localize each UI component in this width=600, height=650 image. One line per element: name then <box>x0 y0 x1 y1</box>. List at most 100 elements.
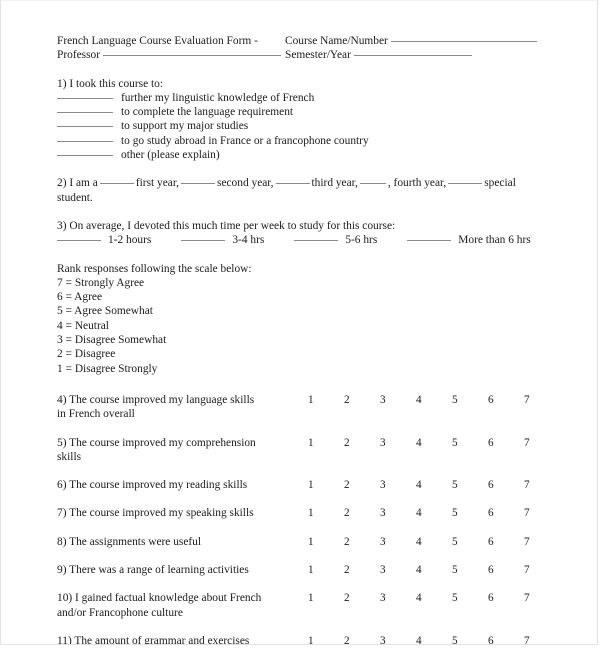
likert-question-text: 6) The course improved my reading skills <box>57 478 308 492</box>
likert-option-2[interactable]: 2 <box>344 393 380 407</box>
likert-option-1[interactable]: 1 <box>308 478 344 492</box>
likert-option-5[interactable]: 5 <box>452 436 488 450</box>
question-2-number: 2) <box>57 177 67 190</box>
professor-group: Professor <box>57 48 285 62</box>
scale-item-2: 2 = Disagree <box>57 348 116 361</box>
likert-option-1[interactable]: 1 <box>308 436 344 450</box>
likert-option-3[interactable]: 3 <box>380 506 416 520</box>
likert-option-4[interactable]: 4 <box>416 436 452 450</box>
likert-option-2[interactable]: 2 <box>344 535 380 549</box>
option-blank-4[interactable] <box>57 132 113 142</box>
likert-options: 1 2 3 4 5 6 7 <box>308 591 560 605</box>
question-1-prompt-row: 1) I took this course to: <box>57 77 539 91</box>
likert-option-7[interactable]: 7 <box>524 393 560 407</box>
likert-option-7[interactable]: 7 <box>524 535 560 549</box>
likert-option-4[interactable]: 4 <box>416 591 452 605</box>
year-blank-special[interactable] <box>448 174 483 185</box>
year-blank-third[interactable] <box>275 174 310 185</box>
course-name-blank[interactable] <box>390 32 537 42</box>
likert-option-4[interactable]: 4 <box>416 506 452 520</box>
likert-option-3[interactable]: 3 <box>380 478 416 492</box>
likert-question-line-1: 7) The course improved my speaking skill… <box>57 507 254 520</box>
likert-option-1[interactable]: 1 <box>308 393 344 407</box>
likert-option-7[interactable]: 7 <box>524 591 560 605</box>
likert-option-3[interactable]: 3 <box>380 563 416 577</box>
likert-option-3[interactable]: 3 <box>380 393 416 407</box>
likert-option-2[interactable]: 2 <box>344 634 380 644</box>
likert-option-5[interactable]: 5 <box>452 478 488 492</box>
question-3-options: 1-2 hours 3-4 hrs 5-6 hrs More than 6 hrs <box>57 233 539 247</box>
year-blank-fourth[interactable] <box>359 174 386 185</box>
likert-option-5[interactable]: 5 <box>452 591 488 605</box>
likert-row: 7) The course improved my speaking skill… <box>57 506 539 520</box>
time-blank-2[interactable] <box>181 231 226 242</box>
likert-option-6[interactable]: 6 <box>488 634 524 644</box>
year-blank-first[interactable] <box>99 174 134 185</box>
time-label-3: 5-6 hrs <box>345 234 378 247</box>
option-row: to complete the language requirement <box>57 105 539 119</box>
likert-question-line-1: 10) I gained factual knowledge about Fre… <box>57 592 262 605</box>
professor-blank[interactable] <box>102 46 281 57</box>
likert-option-4[interactable]: 4 <box>416 634 452 644</box>
likert-options: 1 2 3 4 5 6 7 <box>308 506 560 520</box>
likert-option-1[interactable]: 1 <box>308 535 344 549</box>
likert-option-2[interactable]: 2 <box>344 506 380 520</box>
likert-option-1[interactable]: 1 <box>308 591 344 605</box>
option-blank-5[interactable] <box>57 146 113 157</box>
form-header: French Language Course Evaluation Form -… <box>57 34 539 63</box>
likert-option-4[interactable]: 4 <box>416 478 452 492</box>
time-blank-1[interactable] <box>57 231 101 242</box>
likert-option-1[interactable]: 1 <box>308 563 344 577</box>
option-blank-3[interactable] <box>57 117 113 128</box>
time-blank-4[interactable] <box>407 231 452 242</box>
likert-option-6[interactable]: 6 <box>488 506 524 520</box>
likert-options: 1 2 3 4 5 6 7 <box>308 535 560 549</box>
likert-option-5[interactable]: 5 <box>452 506 488 520</box>
likert-option-3[interactable]: 3 <box>380 436 416 450</box>
likert-option-6[interactable]: 6 <box>488 436 524 450</box>
likert-option-7[interactable]: 7 <box>524 634 560 644</box>
likert-option-2[interactable]: 2 <box>344 436 380 450</box>
likert-row: 11) The amount of grammar and exercises … <box>57 634 539 644</box>
likert-option-6[interactable]: 6 <box>488 591 524 605</box>
likert-option-6[interactable]: 6 <box>488 535 524 549</box>
likert-option-5[interactable]: 5 <box>452 535 488 549</box>
likert-option-7[interactable]: 7 <box>524 563 560 577</box>
option-blank-2[interactable] <box>57 103 113 114</box>
course-name-label: Course Name/Number <box>285 35 388 47</box>
likert-option-7[interactable]: 7 <box>524 436 560 450</box>
likert-option-7[interactable]: 7 <box>524 506 560 520</box>
likert-option-1[interactable]: 1 <box>308 634 344 644</box>
likert-option-2[interactable]: 2 <box>344 478 380 492</box>
likert-option-4[interactable]: 4 <box>416 535 452 549</box>
likert-option-5[interactable]: 5 <box>452 563 488 577</box>
option-row: to go study abroad in France or a franco… <box>57 134 539 148</box>
likert-option-5[interactable]: 5 <box>452 634 488 644</box>
likert-row: 9) There was a range of learning activit… <box>57 563 539 577</box>
likert-option-3[interactable]: 3 <box>380 591 416 605</box>
likert-option-2[interactable]: 2 <box>344 591 380 605</box>
likert-option-6[interactable]: 6 <box>488 563 524 577</box>
question-1-prompt: I took this course to: <box>69 77 164 90</box>
likert-option-1[interactable]: 1 <box>308 506 344 520</box>
option-blank-1[interactable] <box>57 89 113 99</box>
likert-option-2[interactable]: 2 <box>344 563 380 577</box>
semester-blank[interactable] <box>353 46 472 57</box>
question-2-text-2: first year, <box>135 177 180 190</box>
question-2-text-5: , fourth year, <box>387 177 447 190</box>
likert-option-4[interactable]: 4 <box>416 393 452 407</box>
likert-option-3[interactable]: 3 <box>380 535 416 549</box>
question-1: 1) I took this course to: further my lin… <box>57 77 539 163</box>
likert-option-6[interactable]: 6 <box>488 478 524 492</box>
time-label-4: More than 6 hrs <box>458 234 531 247</box>
likert-option-6[interactable]: 6 <box>488 393 524 407</box>
likert-options: 1 2 3 4 5 6 7 <box>308 436 560 450</box>
likert-option-3[interactable]: 3 <box>380 634 416 644</box>
likert-row: 4) The course improved my language skill… <box>57 393 539 422</box>
likert-option-5[interactable]: 5 <box>452 393 488 407</box>
likert-row: 5) The course improved my comprehension … <box>57 436 539 465</box>
time-blank-3[interactable] <box>294 231 339 242</box>
likert-option-7[interactable]: 7 <box>524 478 560 492</box>
likert-option-4[interactable]: 4 <box>416 563 452 577</box>
year-blank-second[interactable] <box>181 174 216 185</box>
